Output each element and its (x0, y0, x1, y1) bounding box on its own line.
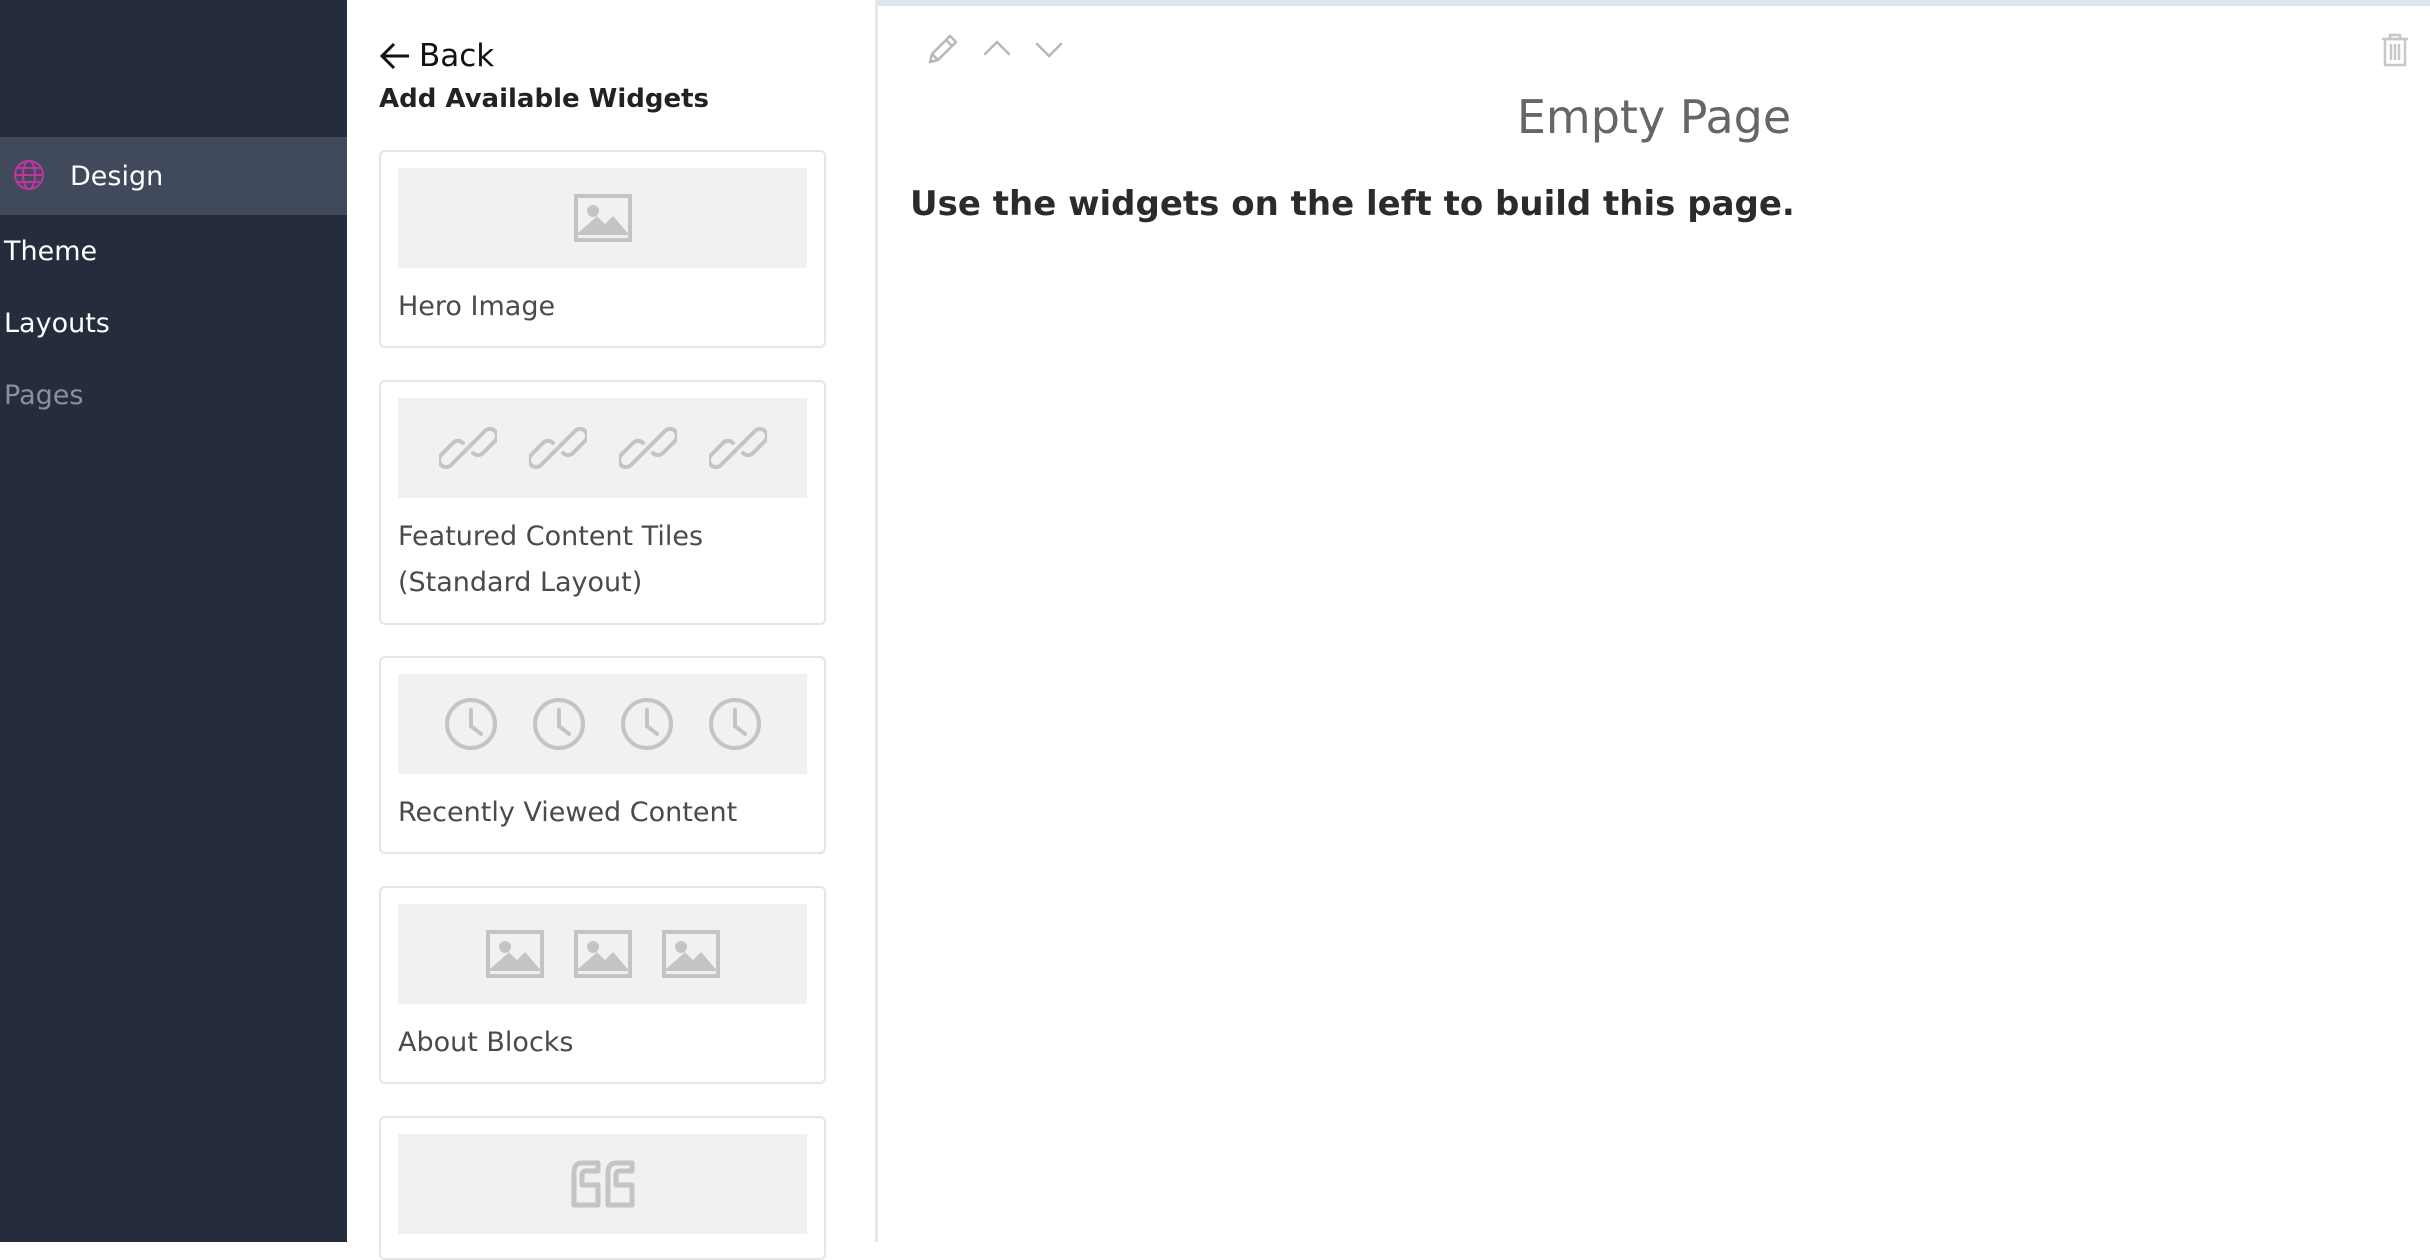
image-icon (573, 930, 632, 978)
link-icon (618, 426, 677, 470)
widget-label: About Blocks (398, 1027, 574, 1058)
pencil-icon[interactable] (926, 32, 960, 66)
widget-thumbnail (398, 168, 807, 268)
image-icon (573, 194, 632, 242)
clock-icon (532, 698, 585, 750)
arrow-left-icon (379, 42, 409, 70)
image-icon (661, 930, 720, 978)
link-icon (528, 426, 587, 470)
link-icon (438, 426, 497, 470)
chevron-down-icon[interactable] (1034, 40, 1064, 60)
widget-thumbnail (398, 398, 807, 498)
widget-thumbnail (398, 904, 807, 1004)
quote-icon (571, 1160, 634, 1208)
sidebar-item-label: Design (70, 160, 164, 192)
panel-title: Add Available Widgets (379, 84, 710, 114)
sidebar-item-design[interactable]: Design (0, 137, 347, 215)
widget-featured-content-tiles[interactable]: Featured Content Tiles (Standard Layout) (379, 380, 826, 625)
widget-recently-viewed-content[interactable]: Recently Viewed Content (379, 656, 826, 854)
widget-label: Hero Image (398, 291, 556, 322)
back-button[interactable]: Back (379, 38, 494, 74)
widget-label: Featured Content Tiles (Standard Layout) (398, 521, 704, 598)
widget-panel: Back Add Available Widgets Hero Image Fe… (347, 0, 878, 1260)
widget-thumbnail (398, 674, 807, 774)
sidebar-item-theme[interactable]: Theme (4, 236, 97, 267)
back-label: Back (419, 38, 495, 74)
page-canvas: Empty Page Use the widgets on the left t… (878, 6, 2430, 1242)
chevron-up-icon[interactable] (982, 38, 1012, 58)
widget-about-blocks[interactable]: About Blocks (379, 886, 826, 1084)
widget-hero-image[interactable]: Hero Image (379, 150, 826, 348)
globe-icon (12, 158, 46, 199)
sidebar-item-layouts[interactable]: Layouts (4, 308, 110, 339)
clock-icon (620, 698, 673, 750)
sidebar-item-pages[interactable]: Pages (4, 380, 83, 411)
page-title: Empty Page (1516, 90, 1792, 144)
widget-quote[interactable] (379, 1116, 826, 1260)
link-icon (708, 426, 767, 470)
sidebar: Design Theme Layouts Pages (0, 0, 347, 1242)
empty-page-message: Use the widgets on the left to build thi… (910, 184, 1795, 224)
clock-icon (708, 698, 761, 750)
widget-label: Recently Viewed Content (398, 797, 738, 828)
clock-icon (444, 698, 497, 750)
image-icon (485, 930, 544, 978)
widget-thumbnail (398, 1134, 807, 1234)
trash-icon[interactable] (2380, 32, 2410, 68)
